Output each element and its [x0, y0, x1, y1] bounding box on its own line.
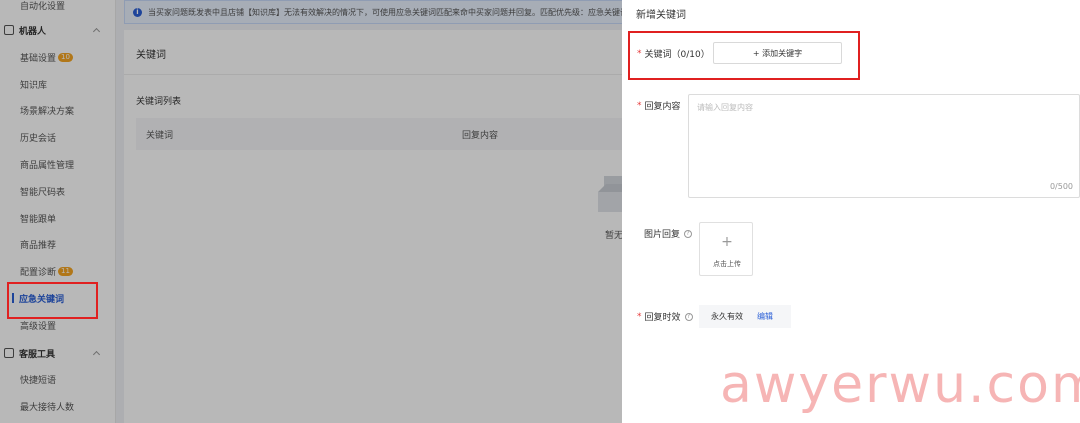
image-upload[interactable]: + 点击上传: [699, 222, 753, 276]
highlight-box-keyword: [628, 31, 860, 80]
effect-value: 永久有效: [711, 312, 743, 321]
reply-placeholder: 请输入回复内容: [697, 103, 753, 112]
image-reply-label: 图片回复 ?: [644, 227, 693, 240]
drawer-title: 新增关键词: [636, 10, 686, 21]
required-mark: *: [637, 311, 642, 322]
reply-label: * 回复内容: [637, 100, 681, 113]
effect-edit-link[interactable]: 编辑: [757, 311, 773, 322]
required-mark: *: [637, 100, 642, 111]
effect-box: 永久有效 编辑: [699, 305, 791, 328]
reply-textarea[interactable]: 请输入回复内容 0/500: [688, 94, 1080, 198]
effect-label: * 回复时效 ?: [637, 310, 693, 323]
modal-overlay[interactable]: [0, 0, 622, 423]
plus-icon: +: [721, 234, 733, 250]
reply-char-count: 0/500: [1049, 182, 1073, 191]
highlight-box-sidebar: [7, 282, 98, 319]
help-icon[interactable]: ?: [684, 312, 693, 321]
watermark: awyerwu.com: [720, 355, 1080, 415]
upload-text: 点击上传: [713, 260, 741, 268]
help-icon[interactable]: ?: [684, 229, 693, 238]
